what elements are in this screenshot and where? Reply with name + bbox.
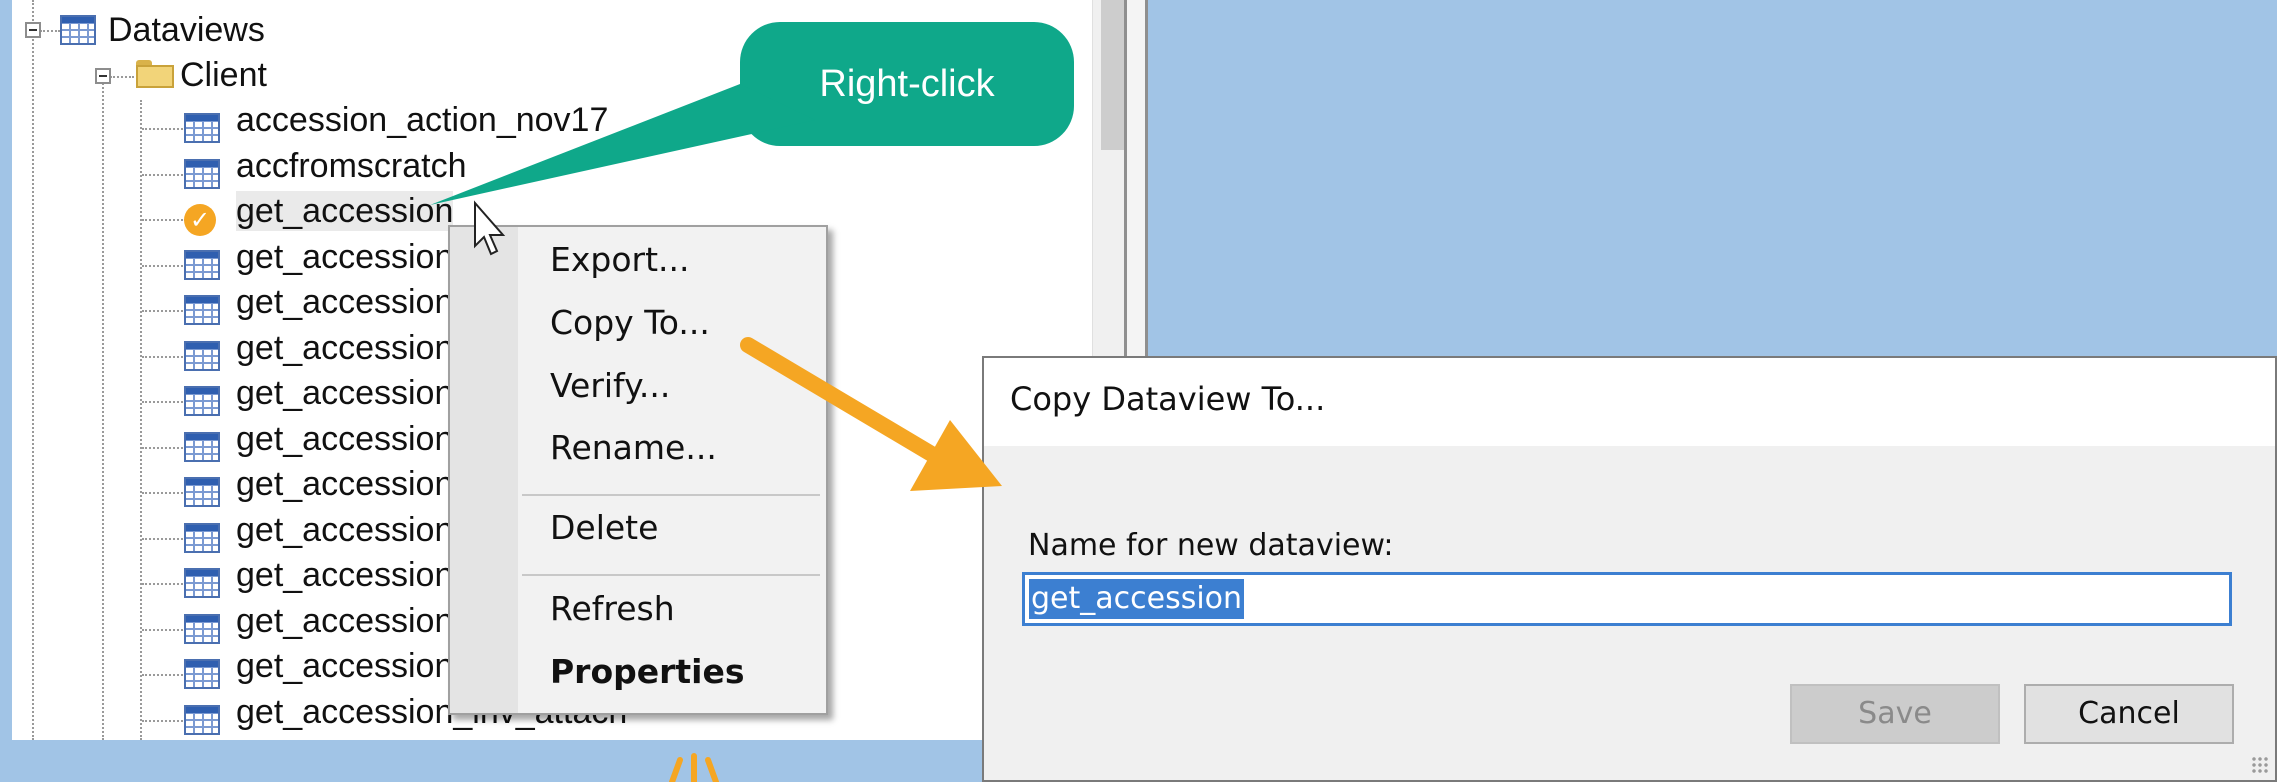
menu-separator [522,494,820,496]
menu-item-properties[interactable]: Properties [550,652,745,692]
tree-guide-line [142,446,186,449]
tree-item-client[interactable]: Client [180,55,267,95]
menu-item-export[interactable]: Export... [550,240,690,280]
tree-guide-line [142,583,186,585]
tree-item[interactable]: get_accession [236,601,453,641]
menu-item-refresh[interactable]: Refresh [550,589,675,629]
tree-item[interactable]: get_accession [236,419,453,459]
checkmark-icon: ✓ [184,204,216,236]
menu-separator [522,574,820,576]
folder-icon [136,60,174,88]
tree-item[interactable]: get_accession [236,237,453,277]
resize-grip-icon[interactable] [2251,756,2269,774]
dataview-grid-icon [184,704,220,735]
tree-guide-line [142,492,186,494]
menu-icon-gutter [450,227,518,713]
tree-guide-line [142,219,186,221]
tree-item[interactable]: get_accession [236,464,453,504]
menu-item-delete[interactable]: Delete [550,508,658,548]
menu-item-rename[interactable]: Rename... [550,428,717,468]
tree-item[interactable]: accfromscratch [236,146,467,186]
tree-guide-line [142,537,186,540]
tree-guide-line [142,674,186,676]
tree-item-dataviews[interactable]: Dataviews [108,10,265,50]
dataview-grid-icon [184,659,220,689]
tree-guide-line [142,264,186,267]
tree-item[interactable]: get_accession [236,328,453,368]
tree-item[interactable]: get_accession [236,555,453,595]
dataview-name-input[interactable]: get_accession [1022,572,2232,626]
dataview-name-value: get_accession [1029,579,1245,619]
cancel-button[interactable]: Cancel [2024,684,2234,744]
tree-guide-line [142,719,186,722]
menu-item-verify[interactable]: Verify... [550,366,670,406]
tree-guide-line [142,628,186,631]
menu-item-copy-to[interactable]: Copy To... [550,303,710,343]
tree-item[interactable]: get_accession [236,373,453,413]
dataview-grid-icon [184,613,220,644]
right-click-callout: Right-click [740,22,1074,146]
tree-guide-line [102,80,104,740]
dataview-grid-icon [184,249,220,280]
tree-guide-line [142,310,186,312]
dataview-grid-icon [184,113,220,143]
dialog-title: Copy Dataview To... [1010,380,1326,418]
dataview-grid-icon [184,386,220,416]
tree-guide-line [32,0,34,740]
save-button[interactable]: Save [1790,684,2000,744]
tree-item[interactable]: accession_action_nov17 [236,100,608,140]
copy-dataview-dialog: Copy Dataview To... Name for new datavie… [982,356,2277,782]
tree-item[interactable]: get_accession [236,191,454,231]
sparkle-icon [669,753,719,782]
tree-guide-line [142,128,186,130]
dataview-grid-icon [184,431,220,462]
tree-item[interactable]: get_accession [236,510,453,550]
tree-guide-line [140,100,142,740]
collapse-toggle-icon[interactable] [95,68,111,84]
tree-item[interactable]: get_accession [236,646,453,686]
dataview-grid-icon [184,568,220,598]
name-field-label: Name for new dataview: [1028,528,1394,563]
dataview-grid-icon [184,340,220,371]
dataview-grid-icon [60,15,96,45]
tree-guide-line [142,355,186,358]
dataview-grid-icon [184,522,220,553]
dialog-titlebar[interactable]: Copy Dataview To... [984,358,2275,446]
context-menu: Export... Copy To... Verify... Rename...… [448,225,828,715]
collapse-toggle-icon[interactable] [25,22,41,38]
tree-guide-line [142,401,186,403]
tree-item[interactable]: get_accession [236,282,453,322]
dataview-grid-icon [184,158,220,189]
dataview-grid-icon [184,477,220,507]
scrollbar-thumb[interactable] [1101,0,1124,150]
dataview-grid-icon [184,295,220,325]
tree-guide-line [142,173,186,176]
